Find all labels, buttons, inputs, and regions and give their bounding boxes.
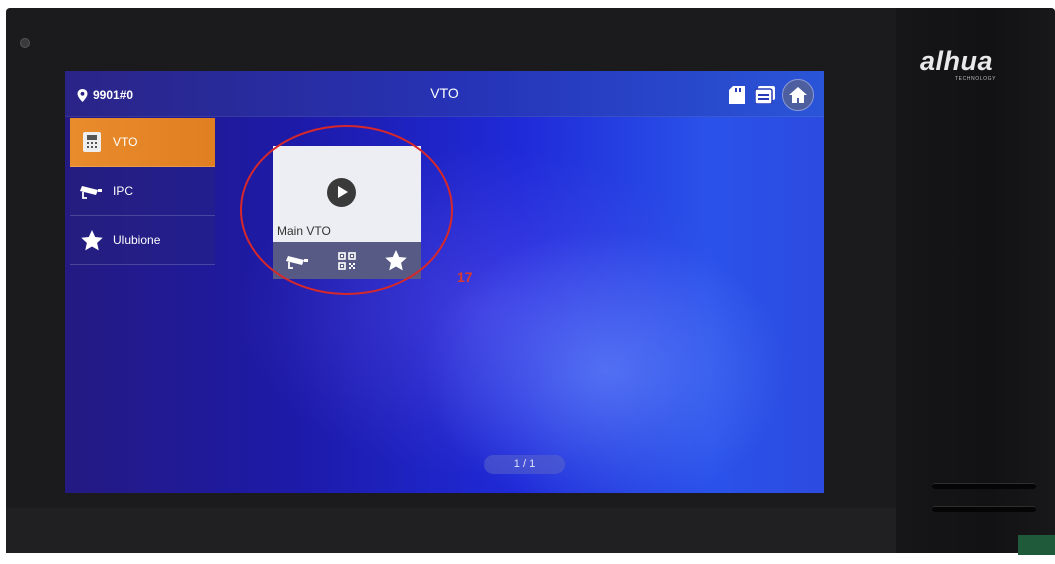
green-connector xyxy=(1018,535,1055,555)
speaker-grille xyxy=(932,506,1036,512)
sidebar-item-vto[interactable]: VTO xyxy=(70,118,215,167)
sidebar: VTO IPC Ulubione xyxy=(70,118,215,265)
brand-logo: alhua xyxy=(920,46,994,76)
page-title: VTO xyxy=(430,85,459,101)
sidebar-item-ulubione[interactable]: Ulubione xyxy=(70,216,215,265)
title-bar: 9901#0 VTO xyxy=(65,71,824,117)
sidebar-item-ipc[interactable]: IPC xyxy=(70,167,215,216)
device-side-panel xyxy=(896,8,1055,553)
page-indicator: 1 / 1 xyxy=(484,455,565,474)
home-button[interactable] xyxy=(782,79,814,111)
camera-icon xyxy=(79,180,105,202)
door-station-icon xyxy=(79,131,105,153)
sd-card-icon[interactable] xyxy=(726,84,748,106)
annotation-number: 17 xyxy=(457,269,473,285)
star-icon xyxy=(79,229,105,251)
sidebar-item-label: VTO xyxy=(113,135,138,149)
sidebar-item-label: IPC xyxy=(113,184,134,198)
annotation-circle xyxy=(240,125,453,295)
device-camera xyxy=(20,38,30,48)
touch-screen: 9901#0 VTO VTO IPC Ulubione Main VTO 1 /… xyxy=(65,71,824,493)
device-bezel-bottom xyxy=(6,508,896,553)
sidebar-item-label: Ulubione xyxy=(113,233,161,247)
brand-sub: TECHNOLOGY xyxy=(955,76,997,82)
home-icon xyxy=(789,87,807,103)
storage-icon[interactable] xyxy=(754,84,776,106)
speaker-grille xyxy=(932,483,1036,489)
